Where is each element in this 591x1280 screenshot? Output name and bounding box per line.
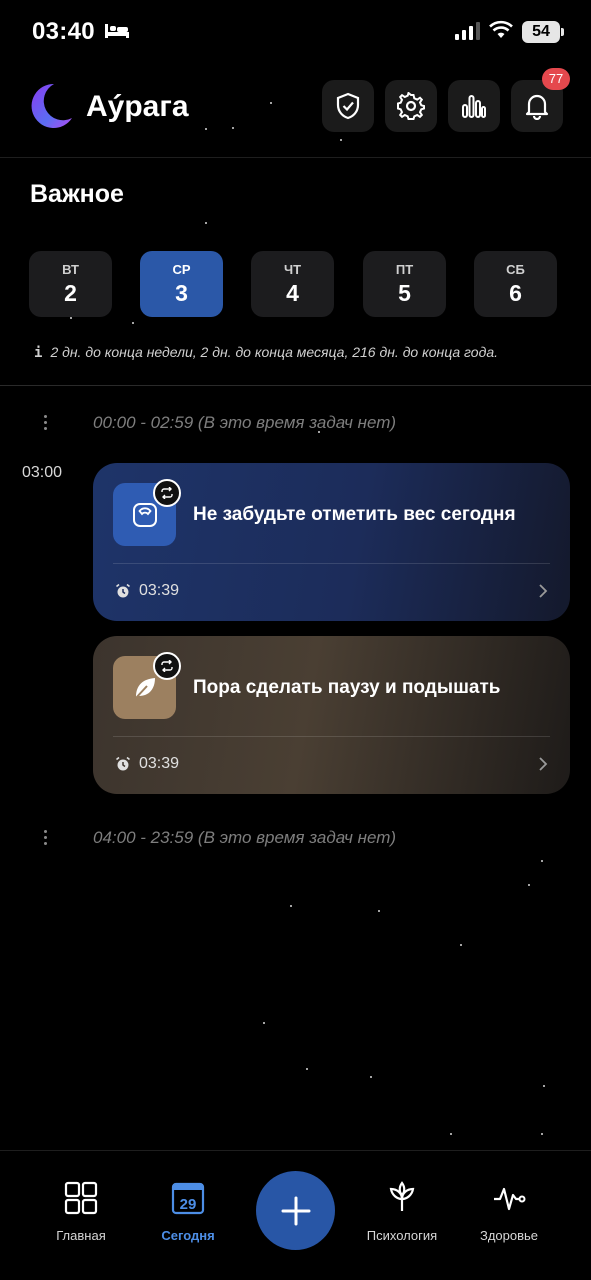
info-icon: i	[34, 345, 43, 361]
section-title: Важное	[30, 180, 124, 208]
statistics-button[interactable]	[448, 80, 500, 132]
nav-today-label: Сегодня	[161, 1228, 215, 1243]
repeat-icon	[153, 479, 181, 507]
app-header: Аýрага	[0, 72, 591, 158]
sleep-mode-icon	[104, 22, 130, 45]
repeat-icon	[153, 652, 181, 680]
settings-button[interactable]	[385, 80, 437, 132]
vertical-dots-icon	[42, 830, 48, 848]
hour-label: 03:00	[22, 464, 63, 481]
status-bar: 03:40 54	[0, 0, 591, 62]
gear-icon	[397, 92, 425, 120]
task-card-weight[interactable]: Не забудьте отметить вес сегодня 03:39	[93, 463, 570, 621]
calendar-icon: 29	[171, 1182, 205, 1215]
plus-icon	[281, 1196, 310, 1225]
chevron-right-icon	[538, 756, 548, 777]
shield-check-icon	[336, 92, 360, 120]
sprout-icon	[389, 1181, 415, 1211]
alarm-clock-icon	[115, 583, 131, 604]
day-friday[interactable]: ПТ 5	[363, 251, 446, 317]
battery-indicator: 54	[522, 21, 564, 43]
task-title: Пора сделать паузу и подышать	[193, 677, 501, 698]
divider	[0, 385, 591, 386]
svg-text:29: 29	[180, 1196, 197, 1213]
pulse-icon	[494, 1187, 526, 1211]
nav-health-label: Здоровье	[479, 1228, 539, 1243]
day-tuesday[interactable]: ВТ 2	[29, 251, 112, 317]
day-wednesday[interactable]: СР 3	[140, 251, 223, 317]
wifi-icon	[489, 20, 513, 45]
add-task-button[interactable]	[256, 1171, 335, 1250]
grid-icon	[64, 1181, 98, 1215]
nav-psychology[interactable]: Психология	[352, 1181, 452, 1243]
empty-slot-label: 00:00 - 02:59 (В это время задач нет)	[93, 413, 397, 432]
nav-home-label: Главная	[56, 1228, 106, 1243]
task-card-breathing[interactable]: Пора сделать паузу и подышать 03:39	[93, 636, 570, 794]
task-time: 03:39	[139, 582, 180, 599]
bottom-navigation: Главная 29 Сегодня Психология Здоровье	[0, 1150, 591, 1280]
card-divider	[113, 563, 550, 564]
empty-slot-label: 04:00 - 23:59 (В это время задач нет)	[93, 828, 397, 847]
nav-health[interactable]: Здоровье	[459, 1181, 559, 1243]
alarm-clock-icon	[115, 756, 131, 777]
cellular-signal-icon	[455, 22, 481, 45]
day-saturday[interactable]: СБ 6	[474, 251, 557, 317]
vertical-dots-icon	[42, 415, 48, 433]
status-time: 03:40	[32, 18, 95, 45]
chevron-right-icon	[538, 583, 548, 604]
period-info-text: 2 дн. до конца недели, 2 дн. до конца ме…	[50, 344, 498, 360]
nav-today[interactable]: 29 Сегодня	[138, 1181, 238, 1243]
nav-home[interactable]: Главная	[31, 1181, 131, 1243]
shield-button[interactable]	[322, 80, 374, 132]
moon-logo-icon	[28, 82, 74, 137]
nav-psychology-label: Психология	[366, 1228, 438, 1243]
notification-count-badge: 77	[542, 68, 570, 90]
bell-icon	[525, 94, 549, 120]
period-info: i 2 дн. до конца недели, 2 дн. до конца м…	[34, 344, 498, 361]
task-title: Не забудьте отметить вес сегодня	[193, 504, 516, 525]
card-divider	[113, 736, 550, 737]
bar-chart-icon	[462, 95, 486, 118]
app-name: Аýрага	[86, 90, 189, 123]
task-time: 03:39	[139, 755, 180, 772]
day-thursday[interactable]: ЧТ 4	[251, 251, 334, 317]
